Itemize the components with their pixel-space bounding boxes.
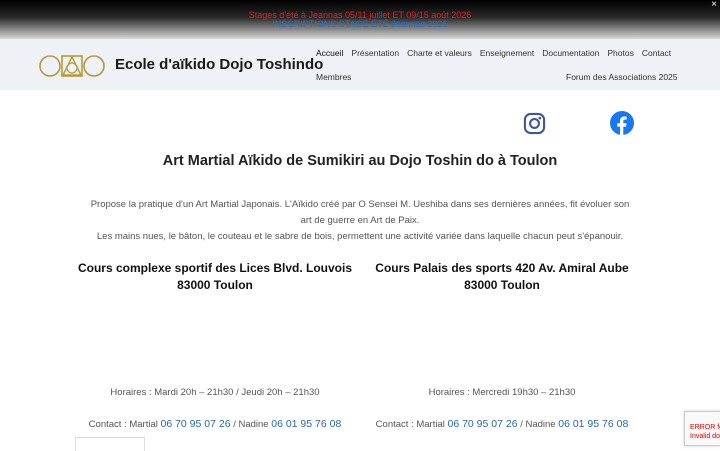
venue-lices: Cours complexe sportif des Lices Blvd. L… <box>70 260 360 294</box>
nav-enseignement[interactable]: Enseignement <box>480 48 534 58</box>
contact-label: Contact : Martial <box>375 419 448 430</box>
site-header <box>0 39 720 90</box>
nav-accueil[interactable]: Accueil <box>316 48 343 58</box>
recaptcha-error-detail: Invalid do <box>690 433 720 440</box>
nav-photos[interactable]: Photos <box>607 48 633 58</box>
logo-icon[interactable] <box>38 54 106 78</box>
nav-contact[interactable]: Contact <box>642 48 671 58</box>
recaptcha-badge[interactable]: ERROR for Invalid do <box>684 411 720 446</box>
contact-lices: Contact : Martial 06 70 95 07 26 / Nadin… <box>70 418 360 430</box>
nav-forum[interactable]: Forum des Associations 2025 <box>566 72 678 82</box>
nav-membres[interactable]: Membres <box>316 72 351 82</box>
venue-palais-sports: Cours Palais des sports 420 Av. Amiral A… <box>362 260 642 294</box>
phone-martial-link[interactable]: 06 70 95 07 26 <box>160 418 230 430</box>
content-box <box>75 437 145 451</box>
contact-separator: / Nadine <box>517 419 559 430</box>
intro-line-2: art de guerre en Art de Paix. <box>300 215 420 226</box>
venue-name: Cours Palais des sports 420 Av. Amiral A… <box>375 261 629 275</box>
close-icon[interactable]: × <box>711 0 717 10</box>
venue-name: Cours complexe sportif des Lices Blvd. L… <box>77 261 353 275</box>
phone-nadine-link[interactable]: 06 01 95 76 08 <box>558 418 628 430</box>
contact-separator: / Nadine <box>230 419 272 430</box>
facebook-icon[interactable] <box>610 111 634 135</box>
phone-nadine-link[interactable]: 06 01 95 76 08 <box>271 418 341 430</box>
intro-text: Propose la pratique d'un Art Martial Jap… <box>70 197 650 245</box>
hours-lices: Horaires : Mardi 20h – 21h30 / Jeudi 20h… <box>110 387 320 398</box>
page-title: Art Martial Aïkido de Sumikiri au Dojo T… <box>162 153 558 169</box>
contact-label: Contact : Martial <box>88 419 161 430</box>
nav-charte[interactable]: Charte et valeurs <box>407 48 472 58</box>
contact-palais-sports: Contact : Martial 06 70 95 07 26 / Nadin… <box>362 418 642 430</box>
venue-city: 83000 Toulon <box>177 278 253 292</box>
intro-line-1: Propose la pratique d'un Art Martial Jap… <box>90 199 630 210</box>
recaptcha-error-line: ERROR for <box>690 424 720 431</box>
announcement-bar: Stages d'été à Jeannas 05/11 juillet ET … <box>0 0 720 39</box>
nav-presentation[interactable]: Présentation <box>351 48 399 58</box>
main-nav: Accueil Présentation Charte et valeurs E… <box>316 48 671 58</box>
venue-city: 83000 Toulon <box>464 278 540 292</box>
hours-palais-sports: Horaires : Mercredi 19h30 – 21h30 <box>428 387 576 398</box>
instagram-icon[interactable] <box>523 112 546 135</box>
site-title[interactable]: Ecole d'aïkido Dojo Toshindo <box>115 55 323 75</box>
announcement-registration-link[interactable]: INSCRIPTIONS STAGE ÉTÉ Jeannas 2026 <box>0 19 720 29</box>
nav-documentation[interactable]: Documentation <box>542 48 599 58</box>
intro-line-3: Les mains nues, le bâton, le couteau et … <box>96 231 624 242</box>
phone-martial-link[interactable]: 06 70 95 07 26 <box>447 418 517 430</box>
